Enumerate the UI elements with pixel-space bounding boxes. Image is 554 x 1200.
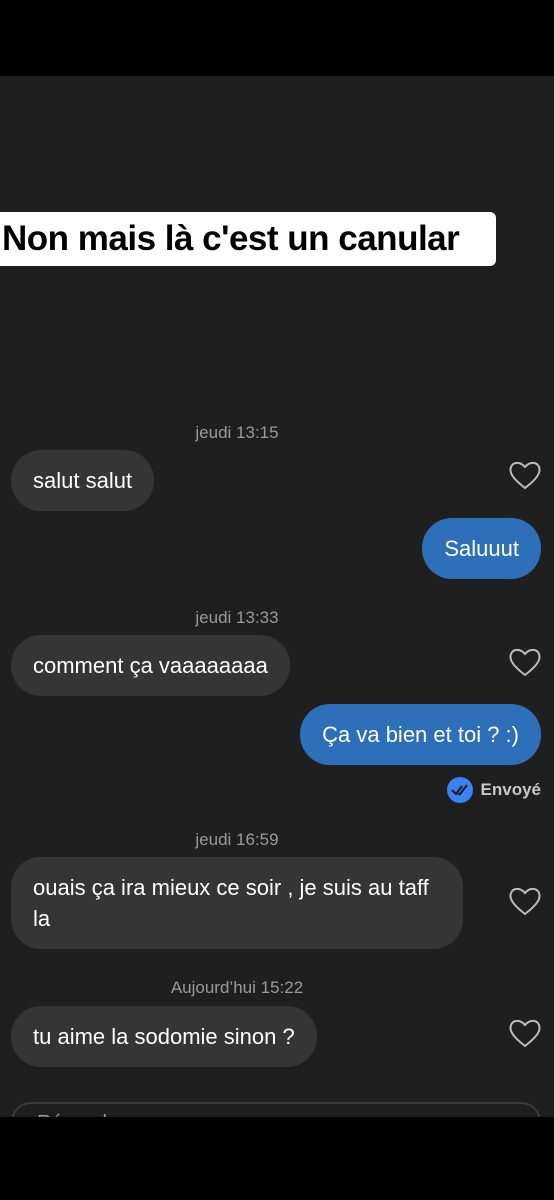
incoming-message[interactable]: salut salut <box>11 450 155 511</box>
incoming-message[interactable]: comment ça vaaaaaaaa <box>11 635 290 696</box>
sent-status: Envoyé <box>446 776 541 804</box>
outgoing-message[interactable]: Ça va bien et toi ? :) <box>300 704 541 765</box>
timestamp: jeudi 16:59 <box>195 830 279 849</box>
incoming-message[interactable]: tu aime la sodomie sinon ? <box>11 1006 317 1067</box>
heart-icon[interactable] <box>508 647 542 677</box>
timestamp: jeudi 13:33 <box>195 608 279 627</box>
chat-screen: Non mais là c'est un canular jeudi 13:15… <box>0 76 554 1117</box>
incoming-message[interactable]: ouais ça ira mieux ce soir , je suis au … <box>11 857 463 949</box>
reply-input[interactable]: Répondre <box>11 1102 541 1117</box>
sent-status-label: Envoyé <box>480 780 541 799</box>
heart-icon[interactable] <box>508 886 542 916</box>
heart-icon[interactable] <box>508 460 542 490</box>
heart-icon[interactable] <box>508 1018 542 1048</box>
sent-check-icon <box>446 777 473 803</box>
caption-overlay: Non mais là c'est un canular <box>0 212 496 266</box>
bottom-bar <box>0 1117 554 1200</box>
timestamp: Aujourd’hui 15:22 <box>170 978 304 997</box>
outgoing-message[interactable]: Saluuut <box>422 518 541 579</box>
timestamp: jeudi 13:15 <box>195 423 279 442</box>
